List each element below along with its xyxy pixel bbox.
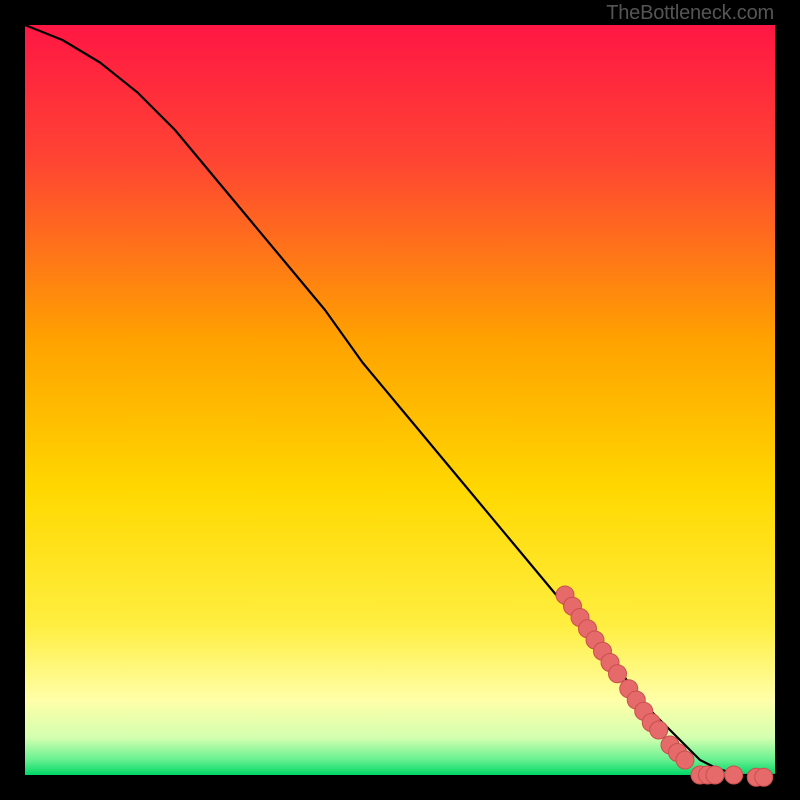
data-markers bbox=[556, 586, 773, 786]
data-point-18 bbox=[706, 766, 724, 784]
data-point-21 bbox=[755, 768, 773, 786]
watermark-text: TheBottleneck.com bbox=[606, 2, 774, 25]
data-point-12 bbox=[650, 721, 668, 739]
bottleneck-curve bbox=[25, 25, 775, 775]
data-point-7 bbox=[609, 665, 627, 683]
data-point-15 bbox=[676, 751, 694, 769]
curve-path bbox=[25, 25, 775, 775]
data-point-19 bbox=[725, 766, 743, 784]
chart-overlay bbox=[25, 25, 775, 775]
plot-area bbox=[25, 25, 775, 775]
